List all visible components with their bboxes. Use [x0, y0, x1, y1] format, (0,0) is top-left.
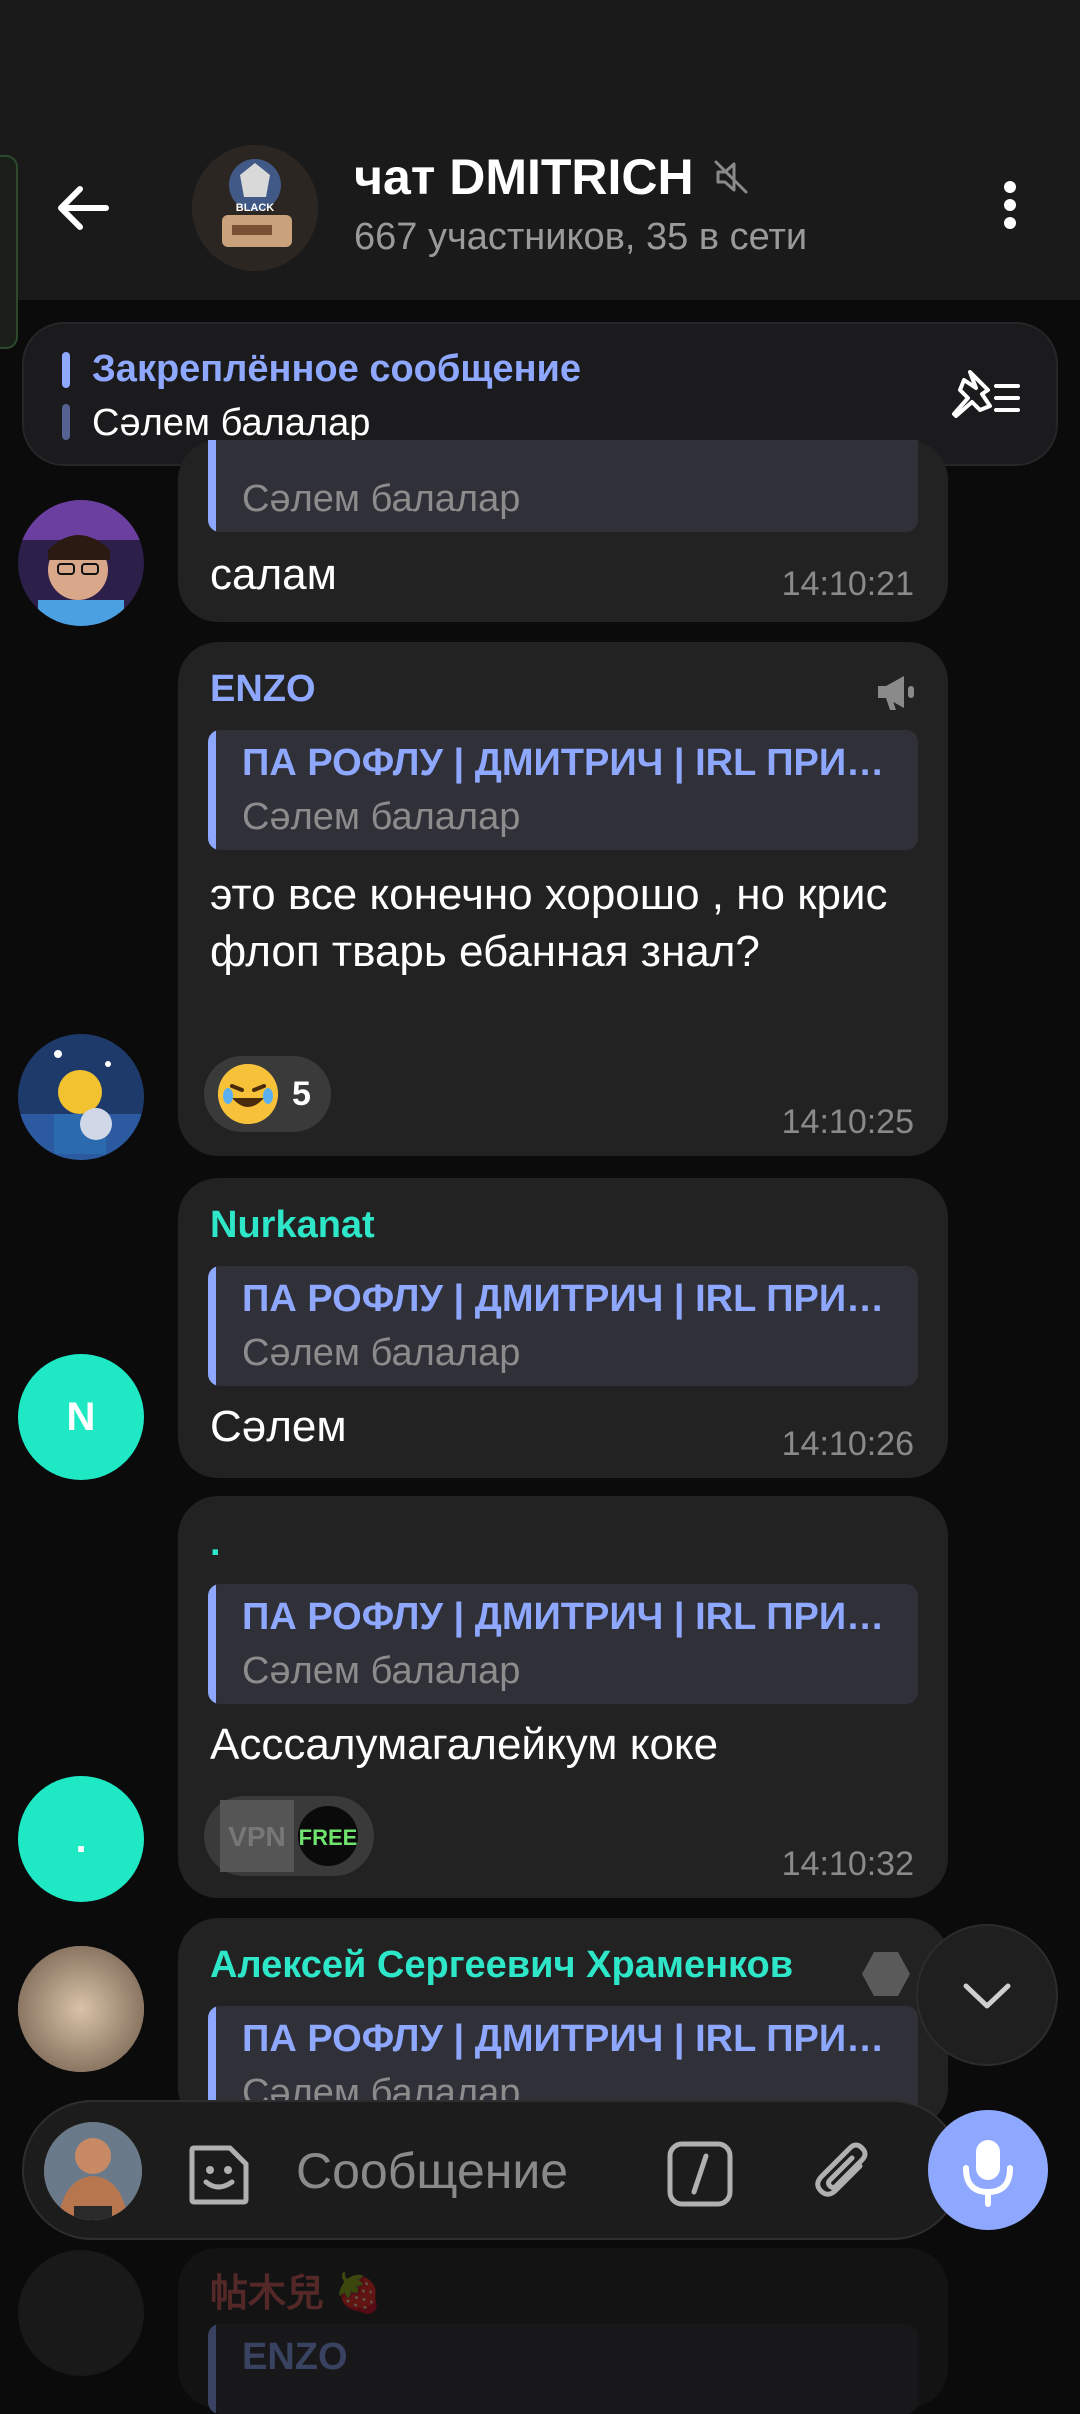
sender-name[interactable]: Nurkanat [210, 1204, 375, 1247]
voice-record-button[interactable] [928, 2110, 1048, 2230]
reaction-chip[interactable]: 5 [204, 1056, 331, 1132]
microphone-icon [963, 2140, 1013, 2207]
pinned-text: Сәлем балалар [92, 402, 371, 444]
message-bubble[interactable]: ENZO ПА РОФЛУ | ДМИТРИЧ | IRL ПРИКОЛЫ Сә… [178, 642, 948, 1156]
message-time: 14:10:32 [781, 1845, 914, 1883]
sender-name[interactable]: . [210, 1522, 221, 1565]
reply-quote[interactable]: ПА РОФЛУ | ДМИТРИЧ | IRL ПРИКОЛЫ Сәлем б… [208, 730, 918, 850]
message-text: это все конечно хорошо , но крис флоп тв… [210, 870, 888, 976]
more-menu-icon[interactable] [990, 175, 1030, 235]
reply-quote[interactable]: Сәлем балалар [208, 440, 918, 532]
avatar[interactable] [18, 500, 144, 626]
message-time: 14:10:25 [781, 1103, 914, 1141]
send-as-avatar[interactable] [44, 2122, 142, 2220]
message-time: 14:10:21 [781, 565, 914, 603]
member-count: 667 участников, 35 в сети [354, 216, 808, 258]
scroll-to-bottom-button[interactable] [916, 1924, 1058, 2066]
sender-name[interactable]: Алексей Сергеевич Храменков [210, 1944, 793, 1987]
free-label: FREE [299, 1825, 358, 1850]
message-bubble[interactable]: Сәлем балалар салам 14:10:21 [178, 440, 948, 622]
vpn-sticker-badge[interactable]: VPN FREE [204, 1796, 374, 1876]
message-text: Асссалумагалейкум коке [210, 1720, 719, 1769]
message-time: 14:10:26 [781, 1425, 914, 1463]
reply-quote[interactable]: ENZO [208, 2324, 918, 2414]
message-bubble[interactable]: Алексей Сергеевич Храменков ПА РОФЛУ | Д… [178, 1918, 948, 2128]
faded-next-message: 帖木兒 🍓 ENZO [0, 2248, 1080, 2414]
message-bubble[interactable]: Nurkanat ПА РОФЛУ | ДМИТРИЧ | IRL ПРИКОЛ… [178, 1178, 948, 1478]
paperclip-icon[interactable] [808, 2136, 878, 2210]
avatar-logo-text: BLACK [236, 202, 275, 214]
rolling-laughing-emoji-icon [218, 1064, 278, 1124]
pinned-title: Закреплённое сообщение [92, 348, 582, 390]
sticker-icon[interactable] [184, 2140, 254, 2210]
avatar[interactable]: N [18, 1354, 144, 1480]
chat-header: BLACK чат DMITRICH 667 участников, 35 в … [0, 0, 1080, 349]
group-avatar[interactable]: BLACK [192, 145, 318, 271]
message-input[interactable] [296, 2136, 656, 2206]
reply-quote[interactable]: ПА РОФЛУ | ДМИТРИЧ | IRL ПРИКОЛЫ Сәлем б… [208, 1584, 918, 1704]
bot-commands-icon[interactable] [666, 2140, 734, 2208]
avatar[interactable] [18, 1034, 144, 1160]
megaphone-icon [878, 676, 914, 710]
message-bubble[interactable]: . ПА РОФЛУ | ДМИТРИЧ | IRL ПРИКОЛЫ Сәлем… [178, 1496, 948, 1898]
avatar[interactable] [18, 1946, 144, 2072]
reaction-count: 5 [292, 1074, 311, 1113]
avatar[interactable]: . [18, 1776, 144, 1902]
reply-quote[interactable]: ПА РОФЛУ | ДМИТРИЧ | IRL ПРИКОЛЫ Сәлем б… [208, 1266, 918, 1386]
side-edge-tab[interactable] [0, 155, 18, 349]
chevron-down-icon [963, 1983, 1011, 2009]
chat-title[interactable]: чат DMITRICH [354, 148, 694, 206]
pinned-list-icon[interactable] [944, 364, 1024, 428]
sender-name[interactable]: 帖木兒 🍓 [210, 2262, 382, 2317]
back-arrow-icon[interactable] [50, 175, 116, 241]
sender-name[interactable]: ENZO [210, 668, 316, 711]
premium-badge-icon [862, 1952, 910, 1996]
vpn-label: VPN [228, 1821, 286, 1852]
message-bubble[interactable]: 帖木兒 🍓 ENZO [178, 2248, 948, 2414]
muted-icon [714, 160, 748, 194]
pinned-indicator [62, 352, 70, 440]
avatar[interactable] [18, 2250, 144, 2376]
message-composer [22, 2100, 962, 2240]
